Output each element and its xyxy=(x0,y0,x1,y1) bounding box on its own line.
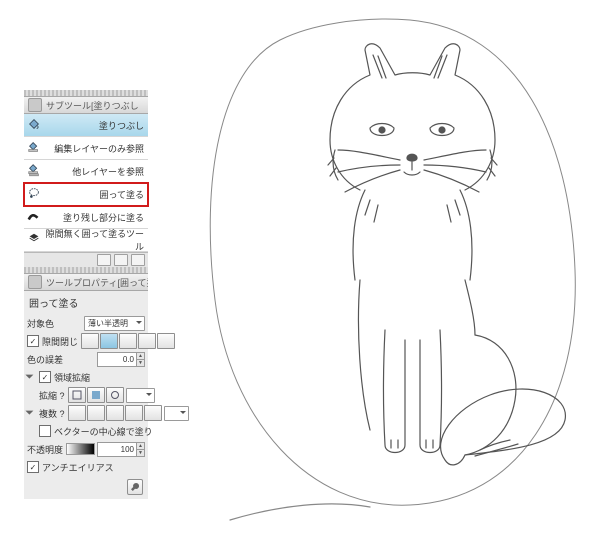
subtool-label: 塗り残し部分に塗る xyxy=(63,211,144,224)
label: アンチエイリアス xyxy=(42,461,114,474)
disclosure-icon[interactable] xyxy=(25,375,33,383)
row-close-gap: ✓ 隙間閉じ xyxy=(27,332,145,350)
target-color-dropdown[interactable]: 薄い半透明 xyxy=(84,316,145,331)
subtool-panel-title: サブツール[塗りつぶし xyxy=(24,97,148,114)
label: 不透明度 xyxy=(27,443,63,456)
opacity-field[interactable]: 100▲▼ xyxy=(97,442,145,457)
row-target-color: 対象色 薄い半透明 xyxy=(27,314,145,332)
scaling-mode-buttons[interactable] xyxy=(68,387,124,403)
footer-button[interactable] xyxy=(97,254,111,266)
canvas-area[interactable] xyxy=(160,0,600,534)
label: 複数 ? xyxy=(39,407,65,420)
panel-icon xyxy=(28,98,42,112)
bucket-layers-icon xyxy=(26,162,42,178)
label: 領域拡縮 xyxy=(54,371,90,384)
brush-gap-icon xyxy=(26,208,42,224)
artwork-fox xyxy=(160,0,600,534)
row-area-scaling: ✓ 領域拡縮 xyxy=(27,368,145,386)
lasso-fill-icon xyxy=(26,185,42,201)
tool-panels: サブツール[塗りつぶし 塗りつぶし編集レイヤーのみ参照他レイヤーを参照囲って塗る… xyxy=(24,90,148,499)
subtool-label: 編集レイヤーのみ参照 xyxy=(54,142,144,155)
close-gap-checkbox[interactable]: ✓ xyxy=(27,335,39,347)
refer-buttons[interactable] xyxy=(68,405,162,421)
antialias-checkbox[interactable]: ✓ xyxy=(27,461,39,473)
color-margin-field[interactable]: 0.0▲▼ xyxy=(97,352,145,367)
subtool-item[interactable]: 塗りつぶし xyxy=(24,114,148,137)
vector-center-checkbox[interactable] xyxy=(39,425,51,437)
row-antialias: ✓ アンチエイリアス xyxy=(27,458,145,476)
panel-grip[interactable] xyxy=(24,267,148,274)
footer-button[interactable] xyxy=(131,254,145,266)
subtool-title-text: サブツール[塗りつぶし xyxy=(46,99,139,112)
subtool-item[interactable]: 塗り残し部分に塗る xyxy=(24,206,148,229)
subtool-item[interactable]: 他レイヤーを参照 xyxy=(24,160,148,183)
label: 色の誤差 xyxy=(27,353,63,366)
bucket-icon xyxy=(26,116,42,132)
subtool-label: 他レイヤーを参照 xyxy=(72,165,144,178)
subtool-label: 隙間無く囲って塗るツール xyxy=(44,227,144,253)
subtool-item[interactable]: 囲って塗る xyxy=(24,183,148,206)
subtool-label: 塗りつぶし xyxy=(99,119,144,132)
sealed-fill-icon xyxy=(26,231,42,247)
scaling-dropdown[interactable] xyxy=(126,388,155,403)
row-refer: 複数 ? xyxy=(27,404,145,422)
row-color-margin: 色の誤差 0.0▲▼ xyxy=(27,350,145,368)
footer-button[interactable] xyxy=(114,254,128,266)
gap-level-buttons[interactable] xyxy=(81,333,175,349)
toolprop-title-text: ツールプロパティ[囲って塗 xyxy=(46,276,148,289)
label: 拡縮 ? xyxy=(39,389,65,402)
row-vector-center: ベクターの中心線で塗り xyxy=(27,422,145,440)
bucket-layer-icon xyxy=(26,139,42,155)
panel-icon xyxy=(28,275,42,289)
label: ベクターの中心線で塗り xyxy=(54,425,153,438)
subtool-list: 塗りつぶし編集レイヤーのみ参照他レイヤーを参照囲って塗る塗り残し部分に塗る隙間無… xyxy=(24,114,148,252)
subtool-item[interactable]: 編集レイヤーのみ参照 xyxy=(24,137,148,160)
row-opacity: 不透明度 100▲▼ xyxy=(27,440,145,458)
area-scaling-checkbox[interactable]: ✓ xyxy=(39,371,51,383)
subtool-label: 囲って塗る xyxy=(99,188,144,201)
panel-grip[interactable] xyxy=(24,90,148,97)
tool-property-body: 囲って塗る 対象色 薄い半透明 ✓ 隙間閉じ 色の誤差 0.0▲▼ ✓ 領域拡縮… xyxy=(24,291,148,499)
wrench-button[interactable] xyxy=(127,479,143,495)
row-scaling: 拡縮 ? xyxy=(27,386,145,404)
disclosure-icon[interactable] xyxy=(25,411,33,419)
opacity-gradient[interactable] xyxy=(66,443,95,455)
refer-dropdown[interactable] xyxy=(164,406,189,421)
label: 対象色 xyxy=(27,317,54,330)
toolprop-panel-title: ツールプロパティ[囲って塗 xyxy=(24,274,148,291)
tool-name: 囲って塗る xyxy=(27,293,145,314)
subtool-footer xyxy=(24,252,148,267)
subtool-item[interactable]: 隙間無く囲って塗るツール xyxy=(24,229,148,252)
label: 隙間閉じ xyxy=(42,335,78,348)
